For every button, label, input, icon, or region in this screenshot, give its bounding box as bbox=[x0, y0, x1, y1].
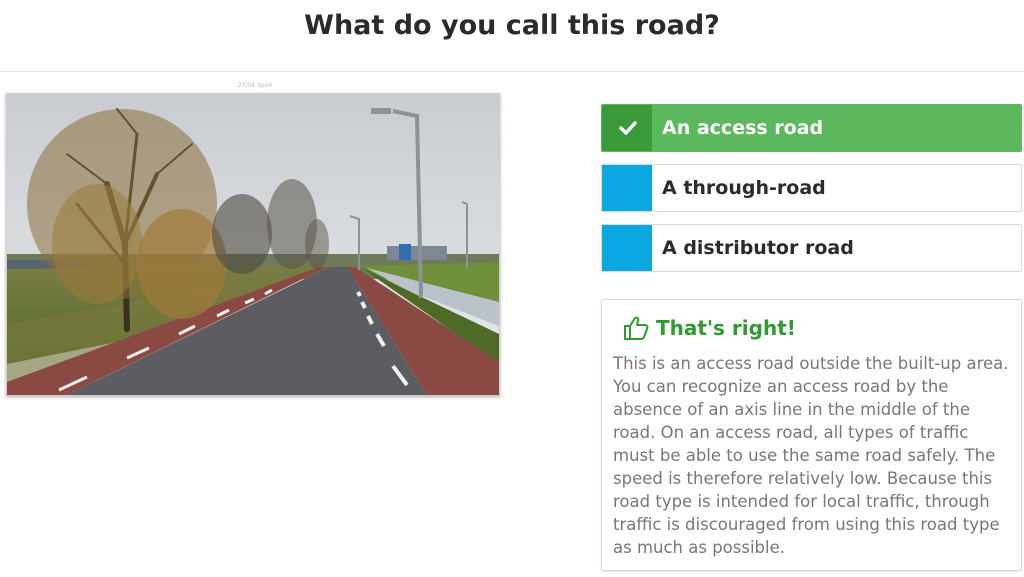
question-title: What do you call this road? bbox=[304, 10, 720, 41]
answer-option-correct[interactable]: An access road bbox=[601, 104, 1022, 152]
answer-marker bbox=[602, 165, 652, 211]
answer-label: A through-road bbox=[662, 177, 826, 199]
question-photo bbox=[6, 93, 500, 396]
answer-marker bbox=[602, 105, 652, 151]
answer-label: An access road bbox=[662, 117, 824, 139]
feedback-panel: That's right! This is an access road out… bbox=[601, 299, 1022, 571]
image-caption: 27/04 3p04 bbox=[237, 82, 273, 89]
check-icon bbox=[619, 121, 637, 135]
answer-option[interactable]: A distributor road bbox=[601, 224, 1022, 272]
answer-option[interactable]: A through-road bbox=[601, 164, 1022, 212]
feedback-title: That's right! bbox=[656, 316, 796, 340]
header: What do you call this road? bbox=[0, 0, 1024, 72]
answer-marker bbox=[602, 225, 652, 271]
feedback-explanation: This is an access road outside the built… bbox=[613, 354, 1009, 557]
thumbs-up-icon bbox=[624, 316, 649, 340]
answer-label: A distributor road bbox=[662, 237, 854, 259]
